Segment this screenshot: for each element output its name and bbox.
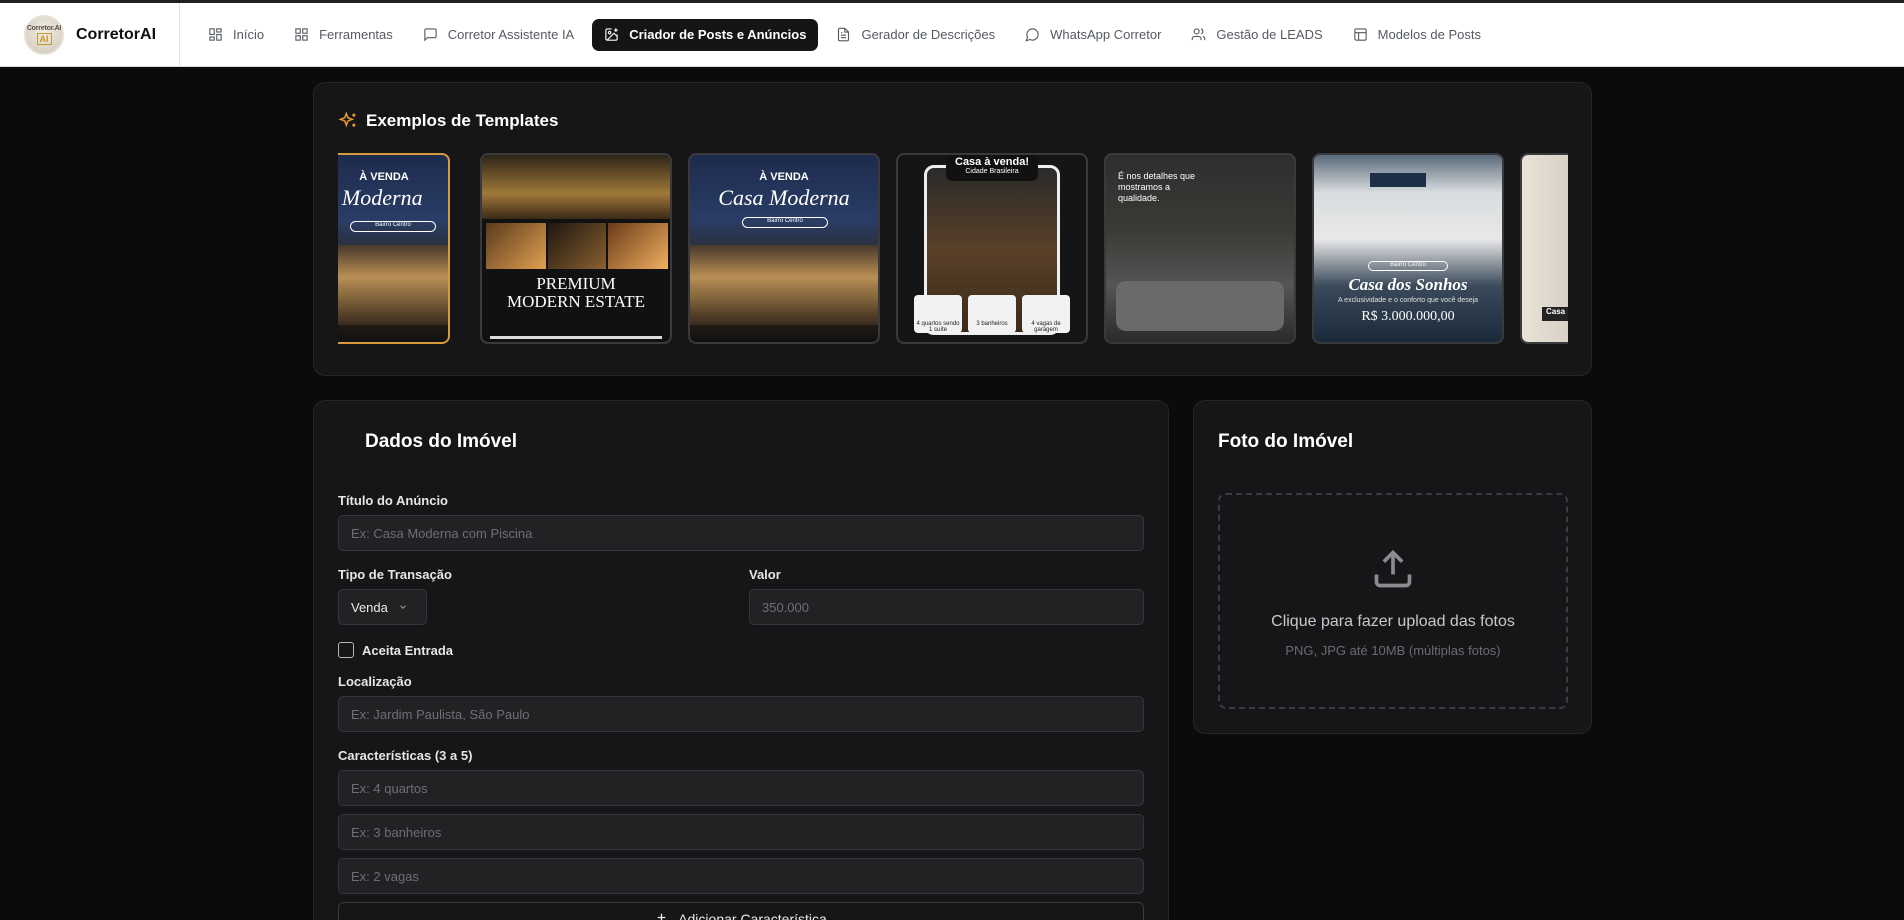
- chevron-down-icon: [400, 605, 406, 609]
- nav-label: Corretor Assistente IA: [447, 27, 575, 42]
- aceita-entrada-checkbox[interactable]: [338, 642, 354, 658]
- nav-item-ferramentas[interactable]: Ferramentas: [282, 19, 405, 51]
- upload-sub-text: PNG, JPG até 10MB (múltiplas fotos): [1285, 643, 1501, 658]
- brand-logo: Corretor.AI AI: [24, 14, 64, 55]
- template-thumbnail[interactable]: À VENDA Casa Moderna Bairro Centro: [688, 153, 880, 344]
- transacao-label: Tipo de Transação: [338, 567, 452, 582]
- upload-main-text: Clique para fazer upload das fotos: [1271, 613, 1515, 630]
- template-thumbnail[interactable]: À VENDA a Moderna Bairro Centro: [338, 153, 450, 344]
- property-photo-card: Foto do Imóvel Clique para fazer upload …: [1193, 400, 1592, 734]
- caracteristica-input-3[interactable]: Ex: 2 vagas: [338, 858, 1144, 894]
- plus-icon: [657, 913, 666, 920]
- grid-icon: [209, 28, 222, 41]
- users-icon: [1192, 28, 1206, 41]
- card-title: Dados do Imóvel: [365, 431, 518, 452]
- brand[interactable]: Corretor.AI AI CorretorAI: [0, 2, 180, 67]
- card-title: Foto do Imóvel: [1218, 431, 1354, 452]
- upload-icon: [1374, 549, 1412, 588]
- nav-label: Criador de Posts e Anúncios: [629, 27, 807, 42]
- titulo-label: Título do Anúncio: [338, 493, 448, 508]
- nav-item-gestao-leads[interactable]: Gestão de LEADS: [1179, 19, 1334, 51]
- localizacao-input[interactable]: Ex: Jardim Paulista, São Paulo: [338, 696, 1144, 732]
- document-icon: [838, 27, 850, 42]
- nav-label: Ferramentas: [319, 27, 393, 42]
- brand-name: CorretorAI: [76, 25, 157, 43]
- chat-icon: [424, 28, 437, 42]
- whatsapp-icon: [1025, 28, 1039, 42]
- templates-carousel[interactable]: À VENDA a Moderna Bairro Centro PREMIUM …: [338, 152, 1568, 346]
- transacao-value: Venda: [351, 599, 388, 615]
- nav-item-corretor-assistente[interactable]: Corretor Assistente IA: [411, 19, 586, 51]
- top-navbar: Corretor.AI AI CorretorAI Início Ferrame…: [0, 0, 1904, 67]
- nav-label: Modelos de Posts: [1377, 27, 1481, 42]
- sparkles-icon: [338, 111, 356, 128]
- nav-item-whatsapp[interactable]: WhatsApp Corretor: [1013, 19, 1173, 51]
- nav-item-gerador-descricoes[interactable]: Gerador de Descrições: [824, 19, 1007, 51]
- nav-item-modelos-posts[interactable]: Modelos de Posts: [1341, 19, 1493, 51]
- templates-title: Exemplos de Templates: [338, 111, 558, 131]
- localizacao-label: Localização: [338, 674, 412, 689]
- add-caracteristica-label: Adicionar Característica: [678, 911, 827, 920]
- aceita-entrada-label: Aceita Entrada: [362, 643, 454, 658]
- templates-card: Exemplos de Templates À VENDA a Moderna …: [313, 82, 1592, 376]
- nav-label: Gerador de Descrições: [861, 27, 996, 42]
- nav-label: Gestão de LEADS: [1216, 27, 1323, 42]
- nav-label: WhatsApp Corretor: [1050, 27, 1162, 42]
- nav-item-criador-posts[interactable]: Criador de Posts e Anúncios: [592, 18, 819, 51]
- template-thumbnail[interactable]: Bairro Centro Casa dos Sonhos A exclusiv…: [1312, 153, 1504, 344]
- template-thumbnail[interactable]: Casa à venda! Cidade Brasileira 4 quarto…: [896, 153, 1088, 344]
- caracteristica-input-1[interactable]: Ex: 4 quartos: [338, 770, 1144, 806]
- nav-item-inicio[interactable]: Início: [196, 19, 276, 51]
- template-thumbnail[interactable]: É nos detalhes que mostramos a qualidade…: [1104, 153, 1296, 344]
- valor-input[interactable]: 350.000: [749, 589, 1144, 625]
- caracteristica-input-2[interactable]: Ex: 3 banheiros: [338, 814, 1144, 850]
- transacao-select[interactable]: Venda: [338, 589, 427, 625]
- grid-icon: [295, 28, 308, 41]
- titulo-input[interactable]: Ex: Casa Moderna com Piscina: [338, 515, 1144, 551]
- add-caracteristica-button[interactable]: Adicionar Característica: [338, 902, 1144, 920]
- photo-upload-dropzone[interactable]: Clique para fazer upload das fotos PNG, …: [1218, 493, 1568, 709]
- caracteristicas-label: Características (3 a 5): [338, 748, 473, 763]
- nav-label: Início: [233, 27, 265, 42]
- valor-label: Valor: [749, 567, 781, 582]
- template-thumbnail[interactable]: Casa: [1520, 153, 1568, 344]
- main-nav: Início Ferramentas Corretor Assistente I…: [192, 18, 1493, 51]
- layout-icon: [1353, 28, 1367, 41]
- property-data-card: Dados do Imóvel Título do Anúncio Ex: Ca…: [313, 400, 1169, 920]
- template-thumbnail[interactable]: PREMIUM MODERN ESTATE: [480, 153, 672, 344]
- image-plus-icon: [605, 28, 618, 41]
